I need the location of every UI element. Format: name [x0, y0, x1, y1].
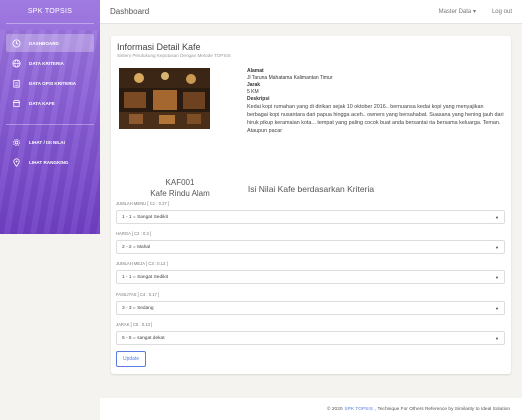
select-value: 1 - 1 = Sangat Sedikit: [122, 274, 168, 280]
select-value: 2 - 2 = Mahal: [122, 244, 151, 250]
field-label: FASILITAS [ C4 : 0.17 ]: [116, 292, 160, 297]
clock-icon: [12, 38, 21, 48]
update-button[interactable]: Update: [116, 351, 147, 367]
cafe-info: Alamat Jl Taruna Mahatama Kalimantan Tim…: [247, 68, 505, 135]
sidebar-item-label: DATA OPSI KRITERIA: [29, 80, 77, 86]
sidebar-item-label: LIHAT RANGKING: [29, 159, 69, 165]
sidebar-item-label: DASHBOARD: [29, 40, 59, 46]
caret-down-icon: ▼: [495, 214, 499, 220]
master-data-label: Master Data: [438, 9, 472, 15]
sidebar-nav: DASHBOARD DATA KRITERIA DATA OPSI KRITER…: [0, 24, 100, 171]
field-fasilitas: FASILITAS [ C4 : 0.17 ] 3 - 3 = Sedang ▼: [116, 292, 505, 315]
select-value: 3 - 3 = Sedang: [122, 305, 154, 311]
map-pin-icon: [12, 157, 21, 167]
sidebar-item-lihat-rangking[interactable]: LIHAT RANGKING: [6, 153, 94, 171]
field-label: JARAK [ C5 : 0.13 ]: [116, 322, 153, 327]
sidebar-item-lihat-isi-nilai[interactable]: LIHAT / ISI NILAI: [6, 133, 94, 151]
field-jarak: JARAK [ C5 : 0.13 ] 5 - 5 = sangat dekat…: [116, 322, 505, 345]
sidebar-item-label: DATA KRITERIA: [29, 60, 64, 66]
sidebar-item-label: LIHAT / ISI NILAI: [29, 139, 65, 145]
fasilitas-select[interactable]: 3 - 3 = Sedang ▼: [116, 301, 505, 315]
jarak-select[interactable]: 5 - 5 = sangat dekat ▼: [116, 331, 505, 345]
alamat-value: Jl Taruna Mahatama Kalimantan Timur: [247, 75, 333, 81]
footer: © 2020 SPK TOPSIS , Technique For Others…: [100, 398, 522, 420]
sidebar-item-dashboard[interactable]: DASHBOARD: [6, 34, 94, 52]
jumlah-meja-select[interactable]: 1 - 1 = Sangat Sedikit ▼: [116, 270, 505, 284]
card-title: Informasi Detail Kafe: [117, 42, 201, 52]
clipboard-icon: [12, 79, 21, 88]
field-label: HARGA [ C2 : 0.3 ]: [116, 231, 152, 236]
caret-down-icon: ▼: [495, 305, 499, 311]
caret-down-icon: ▾: [472, 9, 476, 15]
page-title: Dashboard: [110, 7, 150, 16]
sidebar-item-label: DATA KAFE: [29, 100, 55, 106]
field-jumlah-menu: JUMLAH MENU [ C1 : 0.27 ] 1 - 1 = Sangat…: [116, 201, 505, 224]
field-label: JUMLAH MENU [ C1 : 0.27 ]: [116, 201, 170, 206]
deskripsi-value: Kedai kopi rumahan yang di dirikan sejak…: [247, 104, 504, 134]
globe-icon: [12, 58, 21, 68]
criteria-section-title: Isi Nilai Kafe berdasarkan Kriteria: [247, 184, 375, 194]
select-value: 1 - 1 = Sangat Sedikit: [122, 214, 168, 220]
gear-icon: [12, 138, 21, 147]
field-jumlah-meja: JUMLAH MEJA [ C3 : 0.13 ] 1 - 1 = Sangat…: [116, 261, 505, 284]
store-icon: [12, 99, 21, 108]
cafe-photo: [119, 68, 210, 129]
caret-down-icon: ▼: [495, 335, 499, 341]
logout-link[interactable]: Log out: [492, 9, 512, 15]
jumlah-menu-select[interactable]: 1 - 1 = Sangat Sedikit ▼: [116, 210, 505, 224]
jarak-value: 5 KM: [247, 89, 259, 95]
field-harga: HARGA [ C2 : 0.3 ] 2 - 2 = Mahal ▼: [116, 231, 505, 254]
sidebar-item-data-opsi-kriteria[interactable]: DATA OPSI KRITERIA: [6, 74, 94, 92]
deskripsi-label: Deskripsi: [247, 96, 270, 102]
footer-link[interactable]: SPK TOPSIS: [345, 407, 373, 412]
cafe-detail-card: Informasi Detail Kafe Sistem Pendukung K…: [111, 36, 511, 374]
field-label: JUMLAH MEJA [ C3 : 0.13 ]: [116, 261, 168, 266]
footer-copyright: © 2020: [327, 406, 343, 412]
harga-select[interactable]: 2 - 2 = Mahal ▼: [116, 240, 505, 254]
alamat-label: Alamat: [247, 68, 264, 74]
sidebar-divider: [6, 124, 94, 125]
brand-logo[interactable]: SPK TOPSIS: [6, 0, 94, 24]
card-subtitle: Sistem Pendukung Keputusan Dengan Metode…: [117, 53, 231, 58]
master-data-dropdown[interactable]: Master Data ▾: [439, 8, 476, 15]
top-navbar: Dashboard Master Data ▾ Log out: [100, 0, 522, 24]
sidebar-item-data-kafe[interactable]: DATA KAFE: [6, 94, 94, 112]
jarak-label: Jarak: [247, 82, 261, 88]
sidebar: SPK TOPSIS DASHBOARD DATA KRITERIA DATA …: [0, 0, 100, 234]
select-value: 5 - 5 = sangat dekat: [122, 335, 165, 341]
caret-down-icon: ▼: [495, 244, 499, 250]
caret-down-icon: ▼: [495, 274, 499, 280]
sidebar-item-data-kriteria[interactable]: DATA KRITERIA: [6, 54, 94, 72]
footer-text: , Technique For Others Reference by Simi…: [374, 406, 510, 412]
